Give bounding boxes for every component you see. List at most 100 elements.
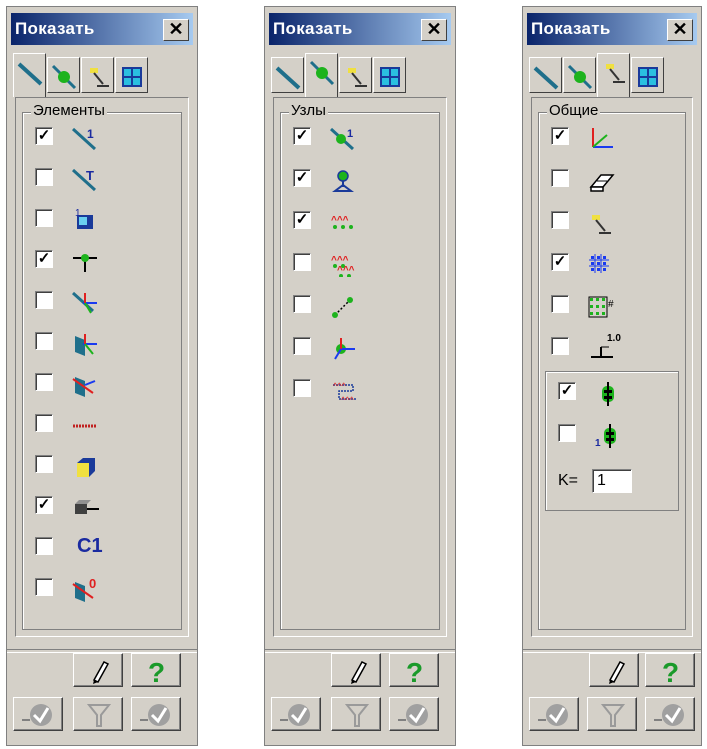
group-label: Общие [547,102,601,119]
svg-text:#: # [608,299,614,310]
tab-nodes[interactable] [563,57,596,93]
close-button[interactable]: ✕ [163,19,189,41]
option-checkbox[interactable] [293,379,311,397]
svg-text:T: T [86,168,94,183]
bar-element-icon [533,66,559,90]
scale-value-label: 1.0 [607,333,621,344]
tab-elements[interactable] [13,53,46,97]
close-button[interactable]: ✕ [667,19,693,41]
option-checkbox[interactable] [35,414,53,432]
option-checkbox[interactable] [551,295,569,313]
option-checkbox[interactable] [558,424,576,442]
option-checkbox[interactable]: ✓ [35,496,53,514]
check-apply-all-icon [398,704,428,726]
option-checkbox[interactable] [35,332,53,350]
check-apply-icon [280,704,310,726]
group-elements: Элементы ✓ 1 T 1 ✓ ✓ C1 0 [22,102,182,630]
eraser-icon [589,174,615,192]
option-checkbox[interactable]: ✓ [551,127,569,145]
option-checkbox[interactable] [35,209,53,227]
help-button[interactable]: ? [389,653,439,688]
option-checkbox[interactable] [551,211,569,229]
apply-all-button[interactable] [389,697,439,731]
load-case-group: ✓ 1 K= 1 [545,371,679,511]
option-checkbox[interactable]: ✓ [35,127,53,145]
tab-nodes[interactable] [47,57,80,93]
check-apply-all-icon [140,704,170,726]
option-checkbox[interactable] [293,253,311,271]
svg-text:^^^: ^^^ [331,215,349,226]
tab-general[interactable] [339,57,372,93]
edit-button[interactable] [589,653,639,687]
option-checkbox[interactable] [551,337,569,355]
tab-general[interactable] [597,53,630,97]
tab-elements[interactable] [271,57,304,93]
option-checkbox[interactable] [35,455,53,473]
option-checkbox[interactable]: ✓ [293,127,311,145]
option-checkbox[interactable] [35,537,53,555]
svg-text:1: 1 [75,208,81,219]
windows-icon [122,67,142,87]
group-nodes: Узлы ✓ 1 ✓ ✓ ^^^ ^^^ ^^^ ^^^ ^^^ [280,102,440,630]
construction-name-icon: C1 [77,535,103,557]
apply-all-button[interactable] [645,697,695,731]
svg-text:1: 1 [595,438,601,448]
pencil-icon [608,661,626,684]
option-checkbox[interactable]: ✓ [35,250,53,268]
svg-text:0: 0 [89,576,96,591]
apply-button[interactable] [529,697,579,731]
edit-button[interactable] [331,653,381,687]
filter-button[interactable] [73,697,123,731]
filter-button[interactable] [331,697,381,731]
check-apply-icon [22,704,52,726]
tab-windows[interactable] [115,57,148,93]
node-master-slave-icon [332,297,353,318]
solid-element-icon [77,458,95,477]
apply-all-button[interactable] [131,697,181,731]
option-checkbox[interactable]: ✓ [293,211,311,229]
close-button[interactable]: ✕ [421,19,447,41]
title-bar[interactable]: Показать ✕ [11,13,193,45]
tab-nodes[interactable] [305,53,338,97]
apply-button[interactable] [13,697,63,731]
check-apply-all-icon [654,704,684,726]
svg-text:1: 1 [347,128,353,140]
node-unite-icon: ^^^^^^ [331,255,355,277]
node-icon [51,64,77,90]
pencil-icon [92,661,110,684]
load-case-icon [602,382,614,406]
option-checkbox[interactable] [35,291,53,309]
show-panel-nodes: Показать ✕ Узлы ✓ 1 ✓ ✓ ^^^ ^^^ ^^^ ^^^ ^^^ ? [264,6,456,746]
svg-text:^^^: ^^^ [337,265,355,276]
option-checkbox[interactable]: ✓ [551,253,569,271]
k-input[interactable]: 1 [592,469,632,493]
tab-windows[interactable] [631,57,664,93]
help-button[interactable]: ? [131,653,181,688]
help-button[interactable]: ? [645,653,695,688]
title-bar[interactable]: Показать ✕ [269,13,451,45]
option-checkbox[interactable] [35,168,53,186]
option-checkbox[interactable]: ✓ [293,169,311,187]
filter-button[interactable] [587,697,637,731]
option-checkbox[interactable] [293,337,311,355]
tab-general[interactable] [81,57,114,93]
edit-button[interactable] [73,653,123,687]
option-checkbox[interactable] [293,295,311,313]
bar-element-icon [17,62,43,86]
option-checkbox[interactable] [35,373,53,391]
tab-windows[interactable] [373,57,406,93]
title-bar[interactable]: Показать ✕ [527,13,697,45]
local-axes-icon [71,291,97,314]
rigid-insert-icon [72,377,96,397]
option-checkbox[interactable] [551,169,569,187]
node-local-axes-icon [334,338,355,360]
apply-button[interactable] [271,697,321,731]
svg-text:?: ? [662,657,679,688]
option-checkbox[interactable] [35,578,53,596]
svg-text:?: ? [148,657,165,688]
option-checkbox[interactable]: ✓ [558,382,576,400]
node-numbers-icon: 1 [329,127,355,151]
svg-text:1: 1 [87,127,94,141]
check-apply-icon [538,704,568,726]
tab-elements[interactable] [529,57,562,93]
